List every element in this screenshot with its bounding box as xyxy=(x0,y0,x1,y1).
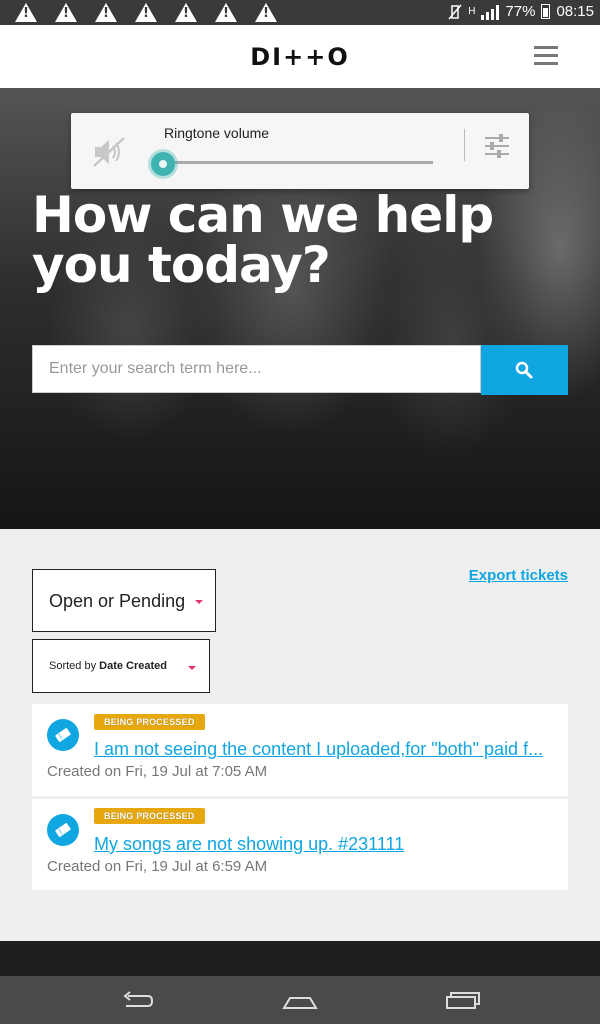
warning-icon xyxy=(255,3,277,22)
battery-icon xyxy=(541,4,551,19)
warning-icon xyxy=(215,3,237,22)
status-filter-value: Open or Pending xyxy=(49,591,186,611)
search-input[interactable] xyxy=(33,346,480,392)
warning-icon xyxy=(15,3,37,22)
ticket-icon xyxy=(47,814,79,846)
recent-apps-icon[interactable] xyxy=(445,988,481,1012)
site-footer xyxy=(0,941,600,976)
vibrate-mute-icon xyxy=(448,4,462,19)
divider xyxy=(464,129,465,161)
search-icon xyxy=(515,361,533,379)
warning-icon xyxy=(95,3,117,22)
volume-label: Ringtone volume xyxy=(164,125,270,141)
ticket-title-link[interactable]: I am not seeing the content I uploaded,f… xyxy=(94,739,556,760)
warning-icon xyxy=(175,3,197,22)
ditto-logo[interactable]: DI++O xyxy=(0,43,600,71)
network-type: H xyxy=(468,6,476,17)
system-navbar xyxy=(0,976,600,1024)
sort-select[interactable]: Sorted by Date Created xyxy=(32,639,210,693)
warning-icon xyxy=(55,3,77,22)
back-icon[interactable] xyxy=(120,988,156,1012)
volume-slider-thumb[interactable] xyxy=(151,152,175,176)
ticket-icon xyxy=(47,719,79,751)
ticket-date: Created on Fri, 19 Jul at 6:59 AM xyxy=(47,858,268,875)
status-filter-select[interactable]: Open or Pending xyxy=(32,569,216,632)
sort-value: Date Created xyxy=(99,660,168,672)
status-badge: BEING PROCESSED xyxy=(94,714,205,730)
volume-dialog: Ringtone volume xyxy=(71,113,529,189)
sliders-icon[interactable] xyxy=(483,132,511,160)
ticket-title-link[interactable]: My songs are not showing up. #231111 xyxy=(94,834,556,855)
search-box[interactable] xyxy=(32,345,481,393)
ticket-card[interactable]: BEING PROCESSED My songs are not showing… xyxy=(32,799,568,890)
ticket-date: Created on Fri, 19 Jul at 7:05 AM xyxy=(47,763,268,780)
menu-icon[interactable] xyxy=(534,46,558,65)
tickets-section: Export tickets Open or Pending Sorted by… xyxy=(0,529,600,941)
search-button[interactable] xyxy=(481,345,568,395)
warning-icon xyxy=(135,3,157,22)
speaker-mute-icon[interactable] xyxy=(91,135,127,169)
signal-icon xyxy=(481,4,500,20)
ticket-card[interactable]: BEING PROCESSED I am not seeing the cont… xyxy=(32,704,568,796)
home-icon[interactable] xyxy=(282,988,318,1012)
hero-title: How can we help you today? xyxy=(32,186,494,294)
volume-track[interactable] xyxy=(163,161,433,164)
site-header: DI++O xyxy=(0,25,600,88)
battery-percent: 77% xyxy=(505,3,536,20)
status-badge: BEING PROCESSED xyxy=(94,808,205,824)
status-bar: H 77% 08:15 xyxy=(0,0,600,25)
caret-down-icon xyxy=(188,666,196,670)
export-tickets-link[interactable]: Export tickets xyxy=(469,567,568,584)
clock: 08:15 xyxy=(556,3,594,20)
sort-prefix: Sorted by xyxy=(49,660,97,672)
caret-down-icon xyxy=(195,600,203,604)
